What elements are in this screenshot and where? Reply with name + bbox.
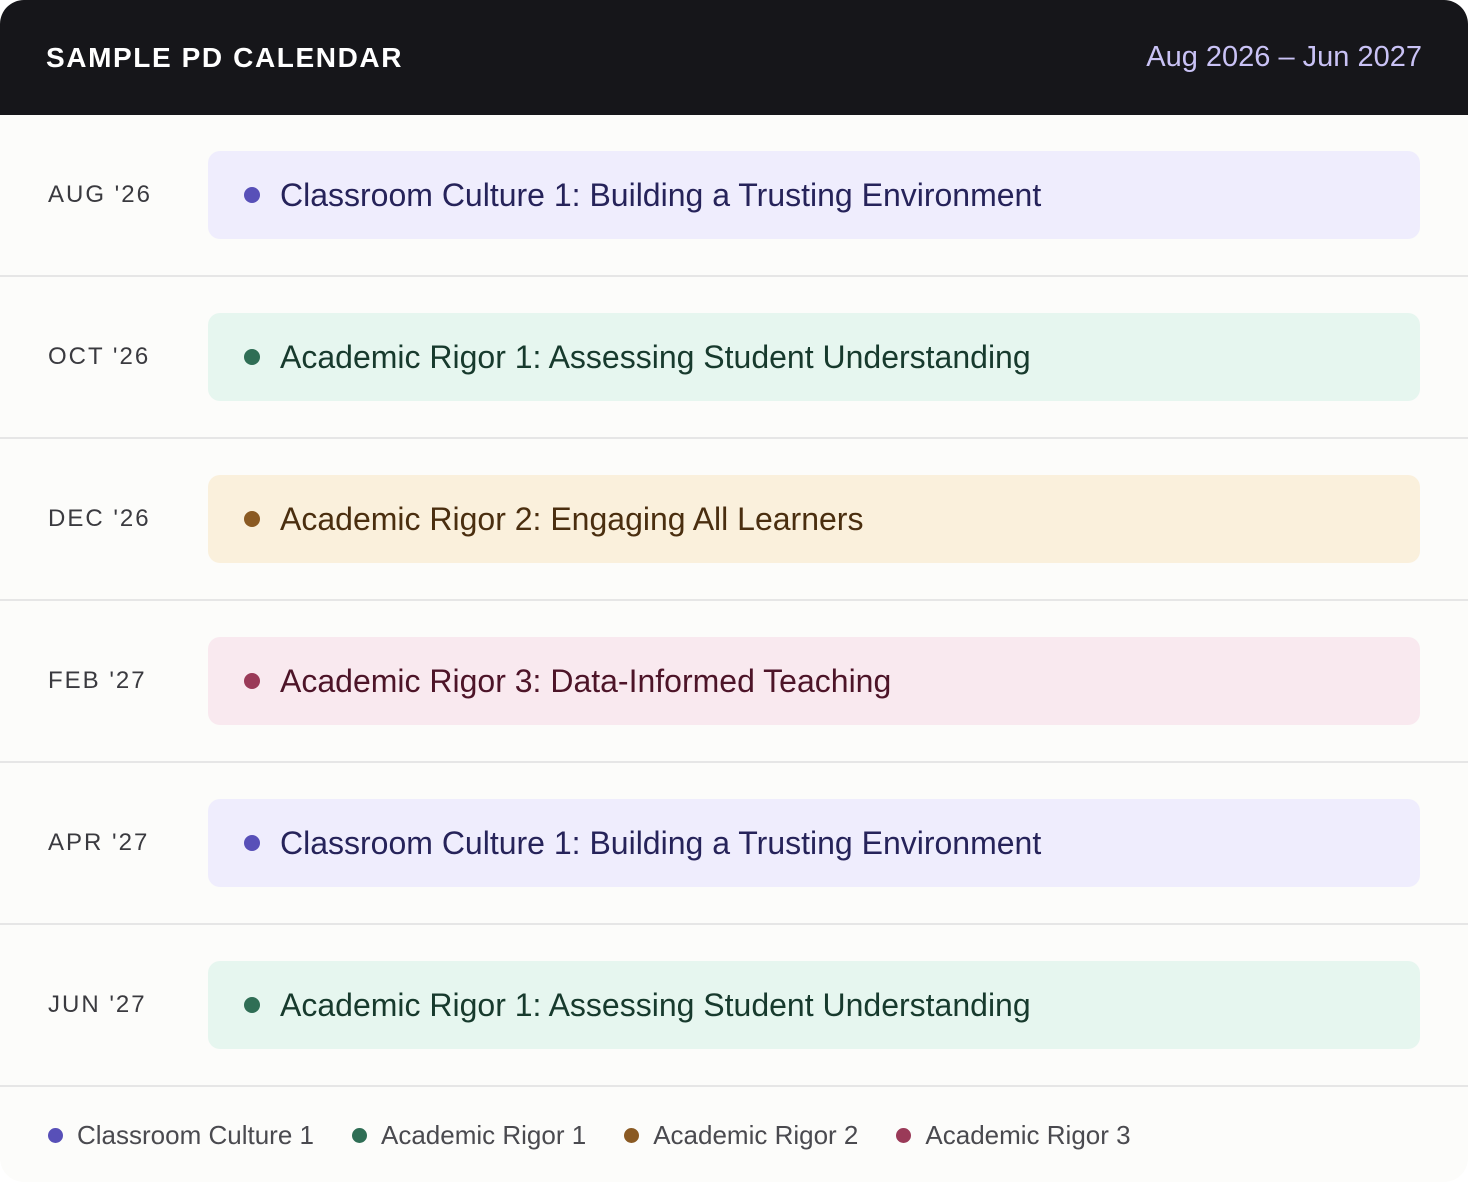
calendar-rows: AUG '26 Classroom Culture 1: Building a … [0, 115, 1468, 1087]
legend-dot-icon [48, 1127, 63, 1143]
row-month-label: FEB '27 [48, 667, 147, 694]
row-month-label: OCT '26 [48, 343, 151, 370]
row-month-label: JUN '27 [48, 991, 147, 1018]
session-dot-icon [244, 673, 260, 689]
legend-item: Classroom Culture 1 [48, 1120, 314, 1151]
session-dot-icon [244, 511, 260, 527]
legend-item: Academic Rigor 2 [624, 1120, 858, 1151]
session-dot-icon [244, 187, 260, 203]
row-month-label: APR '27 [48, 829, 150, 856]
session-dot-icon [244, 835, 260, 851]
date-range: Aug 2026 – Jun 2027 [1146, 41, 1422, 73]
calendar-title: SAMPLE PD CALENDAR [46, 41, 404, 73]
row-month-label: DEC '26 [48, 505, 151, 532]
session-pill[interactable]: Academic Rigor 1: Assessing Student Unde… [208, 313, 1420, 401]
session-title: Academic Rigor 2: Engaging All Learners [280, 500, 864, 537]
session-dot-icon [244, 997, 260, 1013]
calendar-row: DEC '26 Academic Rigor 2: Engaging All L… [0, 439, 1468, 601]
legend-dot-icon [896, 1127, 912, 1143]
legend-label: Academic Rigor 3 [925, 1119, 1131, 1150]
legend-label: Academic Rigor 2 [653, 1119, 859, 1150]
theme-legend: Classroom Culture 1 Academic Rigor 1 Aca… [0, 1087, 1468, 1182]
legend-dot-icon [351, 1127, 367, 1143]
legend-item: Academic Rigor 3 [896, 1119, 1131, 1151]
calendar-row: APR '27 Classroom Culture 1: Building a … [0, 763, 1468, 925]
session-title: Academic Rigor 1: Assessing Student Unde… [280, 986, 1031, 1023]
session-pill[interactable]: Academic Rigor 2: Engaging All Learners [208, 475, 1420, 563]
session-title: Classroom Culture 1: Building a Trusting… [280, 176, 1042, 213]
calendar-row: JUN '27 Academic Rigor 1: Assessing Stud… [0, 925, 1468, 1087]
legend-dot-icon [624, 1127, 640, 1143]
pd-calendar-card: SAMPLE PD CALENDAR Aug 2026 – Jun 2027 A… [0, 0, 1468, 1182]
row-month-label: AUG '26 [48, 181, 152, 208]
calendar-row: OCT '26 Academic Rigor 1: Assessing Stud… [0, 277, 1468, 439]
session-dot-icon [244, 349, 260, 365]
session-title: Academic Rigor 1: Assessing Student Unde… [280, 338, 1031, 375]
legend-label: Classroom Culture 1 [77, 1119, 314, 1150]
session-pill[interactable]: Academic Rigor 3: Data-Informed Teaching [208, 637, 1420, 725]
legend-label: Academic Rigor 1 [380, 1119, 587, 1150]
session-title: Academic Rigor 3: Data-Informed Teaching [280, 662, 892, 699]
session-pill[interactable]: Academic Rigor 1: Assessing Student Unde… [208, 961, 1420, 1049]
calendar-header: SAMPLE PD CALENDAR Aug 2026 – Jun 2027 [0, 0, 1468, 115]
legend-item: Academic Rigor 1 [351, 1119, 587, 1151]
calendar-row: FEB '27 Academic Rigor 3: Data-Informed … [0, 601, 1468, 763]
session-pill[interactable]: Classroom Culture 1: Building a Trusting… [208, 151, 1420, 239]
session-pill[interactable]: Classroom Culture 1: Building a Trusting… [208, 799, 1420, 887]
session-title: Classroom Culture 1: Building a Trusting… [280, 824, 1042, 861]
calendar-row: AUG '26 Classroom Culture 1: Building a … [0, 115, 1468, 277]
